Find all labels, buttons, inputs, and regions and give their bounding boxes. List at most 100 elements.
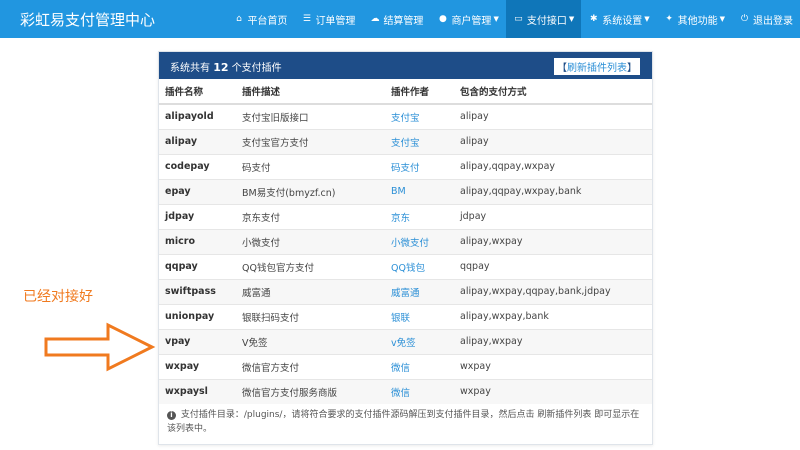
cell-methods: alipay: [454, 128, 652, 154]
cell-desc: QQ钱包官方支付: [236, 253, 385, 279]
cell-author[interactable]: 支付宝: [385, 128, 454, 154]
top-navbar: 彩虹易支付管理中心 ⌂ 平台首页 ☰ 订单管理 ☁ 结算管理 ● 商户管理 ▼ ▭ 支付接口 ▼ ✱ 系统…: [0, 0, 800, 38]
cell-desc: 银联扫码支付: [236, 303, 385, 329]
cell-methods: alipay,qqpay,wxpay: [454, 153, 652, 179]
panel-heading: 系统共有 12 个支付插件 【刷新插件列表】: [159, 52, 652, 79]
list-icon: ☰: [302, 14, 311, 24]
nav-item-1[interactable]: ☰ 订单管理: [294, 0, 362, 38]
cell-name: qqpay: [159, 253, 236, 279]
table-row: qqpay QQ钱包官方支付 QQ钱包 qqpay: [159, 253, 652, 279]
bracket-open: 【: [557, 63, 567, 74]
cell-desc: 码支付: [236, 153, 385, 179]
table-row: epay BM易支付(bmyzf.cn) BM alipay,qqpay,wxpay,…: [159, 178, 652, 204]
cell-author[interactable]: 威富通: [385, 278, 454, 304]
cell-author[interactable]: 京东: [385, 203, 454, 229]
nav-label: 支付接口: [526, 15, 567, 27]
cell-author[interactable]: QQ钱包: [385, 253, 454, 279]
cell-author[interactable]: BM: [385, 178, 454, 204]
cloud-icon: ☁: [370, 14, 380, 24]
main-nav: ⌂ 平台首页 ☰ 订单管理 ☁ 结算管理 ● 商户管理 ▼ ▭ 支付接口 ▼ ✱ 系统设置 ▼ ✦ 其他功能 ▼ ⏻…: [226, 0, 800, 38]
table-row: swiftpass 威富通 威富通 alipay,wxpay,qqpay,bank,j…: [159, 278, 652, 304]
cell-methods: qqpay: [454, 253, 652, 279]
column-header-methods: 包含的支付方式: [454, 79, 652, 105]
cell-desc: BM易支付(bmyzf.cn): [236, 178, 385, 204]
cell-desc: 微信官方支付: [236, 353, 385, 379]
nav-label: 订单管理: [315, 15, 356, 27]
user-icon: ●: [439, 14, 447, 24]
nav-item-7[interactable]: ⏻ 退出登录: [732, 0, 800, 38]
panel-title: 系统共有 12 个支付插件: [170, 59, 282, 74]
table-row: wxpaysl 微信官方支付服务商版 微信 wxpay: [159, 378, 652, 404]
table-row: alipay 支付宝官方支付 支付宝 alipay: [159, 128, 652, 154]
caret-down-icon: ▼: [644, 15, 650, 23]
title-suffix: 个支付插件: [231, 63, 282, 74]
cell-desc: V免签: [236, 328, 385, 354]
nav-item-4[interactable]: ▭ 支付接口 ▼: [505, 0, 582, 38]
nav-item-0[interactable]: ⌂ 平台首页: [226, 0, 294, 38]
info-icon: i: [167, 411, 176, 420]
nav-label: 其他功能: [677, 15, 718, 27]
cell-methods: alipay,wxpay,qqpay,bank,jdpay: [454, 278, 652, 304]
nav-label: 结算管理: [383, 15, 424, 27]
annotation-text: 已经对接好: [23, 289, 93, 305]
nav-label: 退出登录: [753, 15, 793, 27]
column-header-name: 插件名称: [159, 79, 236, 105]
cell-author[interactable]: 码支付: [385, 153, 454, 179]
cell-name: codepay: [159, 153, 236, 179]
cell-desc: 京东支付: [236, 203, 385, 229]
cell-name: alipayold: [159, 103, 236, 129]
table-row: jdpay 京东支付 京东 jdpay: [159, 203, 652, 229]
cell-desc: 威富通: [236, 278, 385, 304]
annotation-arrow-icon: [44, 322, 156, 372]
refresh-plugin-list-link[interactable]: 刷新插件列表: [567, 63, 627, 74]
caret-down-icon: ▼: [493, 15, 499, 23]
cell-name: epay: [159, 178, 236, 204]
nav-item-6[interactable]: ✦ 其他功能 ▼: [657, 0, 732, 38]
cubes-icon: ✦: [665, 14, 673, 24]
cell-methods: alipay,wxpay,bank: [454, 303, 652, 329]
cell-author[interactable]: 小微支付: [385, 228, 454, 254]
cell-author[interactable]: 微信: [385, 353, 454, 379]
cell-author[interactable]: v免签: [385, 328, 454, 354]
cell-name: alipay: [159, 128, 236, 154]
nav-item-5[interactable]: ✱ 系统设置 ▼: [581, 0, 656, 38]
plugin-table: 插件名称 插件描述 插件作者 包含的支付方式 alipayold 支付宝旧版接口支…: [159, 79, 652, 404]
table-row: wxpay 微信官方支付 微信 wxpay: [159, 353, 652, 379]
app-title[interactable]: 彩虹易支付管理中心: [20, 9, 155, 30]
cell-methods: alipay,wxpay: [454, 228, 652, 254]
cell-name: swiftpass: [159, 278, 236, 304]
title-prefix: 系统共有: [170, 63, 210, 74]
plugin-table-body: alipayold 支付宝旧版接口 支付宝 alipay alipay 支付宝官方支付 支付…: [159, 103, 652, 404]
cell-name: vpay: [159, 328, 236, 354]
nav-item-2[interactable]: ☁ 结算管理: [362, 0, 430, 38]
cell-desc: 支付宝旧版接口: [236, 103, 385, 129]
cell-desc: 支付宝官方支付: [236, 128, 385, 154]
nav-label: 平台首页: [247, 15, 288, 27]
nav-label: 商户管理: [451, 15, 492, 27]
column-header-author: 插件作者: [385, 79, 454, 105]
table-row: codepay 码支付 码支付 alipay,qqpay,wxpay: [159, 153, 652, 179]
column-header-description: 插件描述: [236, 79, 385, 105]
cell-author[interactable]: 银联: [385, 303, 454, 329]
table-row: micro 小微支付 小微支付 alipay,wxpay: [159, 228, 652, 254]
nav-item-3[interactable]: ● 商户管理 ▼: [430, 0, 505, 38]
table-header-row: 插件名称 插件描述 插件作者 包含的支付方式: [159, 79, 652, 105]
home-icon: ⌂: [236, 14, 242, 24]
caret-down-icon: ▼: [719, 15, 725, 23]
footnote-text: 支付插件目录：/plugins/，请将符合要求的支付插件源码解压到支付插件目录，…: [167, 410, 640, 434]
cell-methods: wxpay: [454, 378, 652, 404]
cell-methods: wxpay: [454, 353, 652, 379]
cell-methods: alipay: [454, 103, 652, 129]
cell-name: unionpay: [159, 303, 236, 329]
table-row: alipayold 支付宝旧版接口 支付宝 alipay: [159, 103, 652, 129]
cell-methods: jdpay: [454, 203, 652, 229]
credit-card-icon: ▭: [514, 14, 523, 24]
power-icon: ⏻: [740, 14, 749, 24]
cell-name: jdpay: [159, 203, 236, 229]
cell-author[interactable]: 微信: [385, 378, 454, 404]
cell-desc: 小微支付: [236, 228, 385, 254]
cell-author[interactable]: 支付宝: [385, 103, 454, 129]
cell-desc: 微信官方支付服务商版: [236, 378, 385, 404]
plugin-count: 12: [213, 61, 229, 74]
refresh-plugin-list: 【刷新插件列表】: [554, 58, 640, 75]
